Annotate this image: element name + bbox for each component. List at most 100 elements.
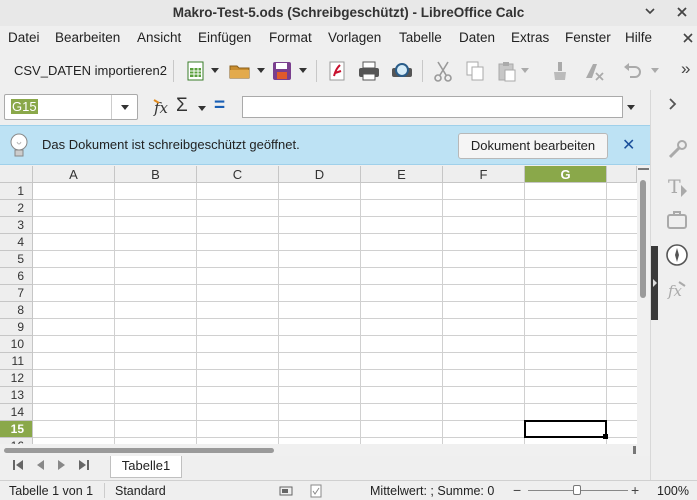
grid-line [278, 183, 279, 444]
navigator-icon[interactable] [665, 243, 689, 267]
menu-fenster[interactable]: Fenster [565, 30, 611, 45]
sum-icon[interactable]: Σ [176, 95, 188, 117]
function-wizard-icon[interactable]: fx [152, 97, 172, 120]
column-header-f[interactable]: F [443, 166, 525, 183]
row-header-13[interactable]: 13 [0, 387, 33, 404]
undo-dropdown-icon[interactable] [651, 68, 659, 73]
row-header-6[interactable]: 6 [0, 268, 33, 285]
open-folder-icon[interactable] [228, 59, 252, 83]
column-header-g[interactable]: G [525, 166, 607, 183]
close-window-icon[interactable] [673, 3, 691, 21]
cut-icon[interactable] [431, 59, 455, 83]
first-sheet-icon[interactable] [12, 459, 24, 474]
menu-vorlagen[interactable]: Vorlagen [328, 30, 381, 45]
column-header-b[interactable]: B [115, 166, 197, 183]
formula-input[interactable] [242, 96, 623, 118]
cell-cursor-g15[interactable] [524, 420, 607, 438]
menu-bearbeiten[interactable]: Bearbeiten [55, 30, 120, 45]
column-header-a[interactable]: A [33, 166, 115, 183]
hscroll-split-handle[interactable] [633, 446, 636, 454]
row-header-8[interactable]: 8 [0, 302, 33, 319]
functions-icon[interactable]: fx [665, 278, 689, 302]
undo-icon[interactable] [620, 59, 644, 83]
zoom-level[interactable]: 100% [657, 484, 689, 498]
row-header-1[interactable]: 1 [0, 183, 33, 200]
open-dropdown-icon[interactable] [257, 68, 265, 73]
clone-formatting-icon[interactable] [548, 59, 572, 83]
spreadsheet-grid[interactable]: A B C D E F G 1 2 3 4 5 6 7 8 9 10 11 12… [0, 166, 650, 444]
column-header-d[interactable]: D [279, 166, 361, 183]
new-dropdown-icon[interactable] [211, 68, 219, 73]
last-sheet-icon[interactable] [78, 459, 90, 474]
edit-document-button[interactable]: Dokument bearbeiten [458, 133, 608, 159]
menu-tabelle[interactable]: Tabelle [399, 30, 442, 45]
row-header-4[interactable]: 4 [0, 234, 33, 251]
row-header-10[interactable]: 10 [0, 336, 33, 353]
row-header-14[interactable]: 14 [0, 404, 33, 421]
row-header-15[interactable]: 15 [0, 421, 33, 438]
gallery-icon[interactable] [665, 208, 689, 232]
previous-sheet-icon[interactable] [34, 459, 46, 474]
page-style[interactable]: Standard [115, 484, 166, 498]
row-header-11[interactable]: 11 [0, 353, 33, 370]
save-icon[interactable] [270, 59, 294, 83]
toolbar-overflow-icon[interactable]: » [681, 59, 690, 79]
infobar-close-icon[interactable]: ✕ [622, 135, 635, 155]
expand-formula-bar-icon[interactable] [627, 105, 635, 110]
styles-icon[interactable]: T [665, 174, 689, 198]
selection-summary[interactable]: Mittelwert: ; Summe: 0 [370, 484, 494, 498]
properties-icon[interactable] [665, 138, 689, 162]
row-header-12[interactable]: 12 [0, 370, 33, 387]
grid-line [33, 318, 637, 319]
clear-formatting-icon[interactable] [582, 59, 606, 83]
toolbar-separator [316, 60, 317, 82]
menu-ansicht[interactable]: Ansicht [137, 30, 181, 45]
row-header-7[interactable]: 7 [0, 285, 33, 302]
document-modified-icon[interactable] [309, 484, 323, 500]
formula-equals-icon[interactable]: = [214, 95, 225, 117]
menu-daten[interactable]: Daten [459, 30, 495, 45]
row-header-9[interactable]: 9 [0, 319, 33, 336]
horizontal-scrollbar[interactable] [0, 444, 650, 456]
minimize-icon[interactable] [641, 3, 659, 21]
macro-button[interactable]: CSV_DATEN importieren2 [14, 63, 167, 78]
paste-dropdown-icon[interactable] [521, 68, 529, 73]
fill-handle[interactable] [603, 434, 608, 439]
print-icon[interactable] [357, 59, 381, 83]
select-all-corner[interactable] [0, 166, 33, 183]
name-box-dropdown-icon[interactable] [121, 105, 129, 110]
column-header-c[interactable]: C [197, 166, 279, 183]
sum-dropdown-icon[interactable] [198, 106, 206, 111]
copy-icon[interactable] [463, 59, 487, 83]
row-header-2[interactable]: 2 [0, 200, 33, 217]
export-pdf-icon[interactable] [325, 59, 349, 83]
scroll-split-handle[interactable] [638, 168, 649, 170]
column-header-e[interactable]: E [361, 166, 443, 183]
name-box[interactable]: G15 [4, 94, 138, 120]
zoom-out-icon[interactable]: − [513, 482, 521, 498]
sidebar-menu-icon[interactable] [665, 95, 683, 116]
menu-extras[interactable]: Extras [511, 30, 549, 45]
menu-datei[interactable]: Datei [8, 30, 40, 45]
selection-mode-icon[interactable] [279, 485, 293, 500]
row-header-3[interactable]: 3 [0, 217, 33, 234]
sheet-tab-tabelle1[interactable]: Tabelle1 [110, 456, 182, 478]
paste-icon[interactable] [495, 59, 519, 83]
sidebar-collapse-handle[interactable] [651, 246, 658, 320]
vertical-scroll-thumb[interactable] [640, 180, 646, 298]
new-spreadsheet-icon[interactable] [184, 59, 208, 83]
menu-einfuegen[interactable]: Einfügen [198, 30, 251, 45]
standard-toolbar: CSV_DATEN importieren2 » [0, 52, 697, 90]
menu-hilfe[interactable]: Hilfe [625, 30, 652, 45]
save-dropdown-icon[interactable] [299, 68, 307, 73]
menu-close-doc-icon[interactable] [681, 31, 695, 48]
zoom-in-icon[interactable]: + [631, 482, 639, 498]
sidebar-tabbar: T fx [650, 90, 697, 480]
row-header-5[interactable]: 5 [0, 251, 33, 268]
zoom-slider-knob[interactable] [573, 485, 581, 495]
horizontal-scroll-thumb[interactable] [4, 448, 274, 453]
print-preview-icon[interactable] [390, 59, 414, 83]
menu-format[interactable]: Format [269, 30, 312, 45]
next-sheet-icon[interactable] [56, 459, 68, 474]
vertical-scrollbar[interactable] [637, 166, 650, 444]
